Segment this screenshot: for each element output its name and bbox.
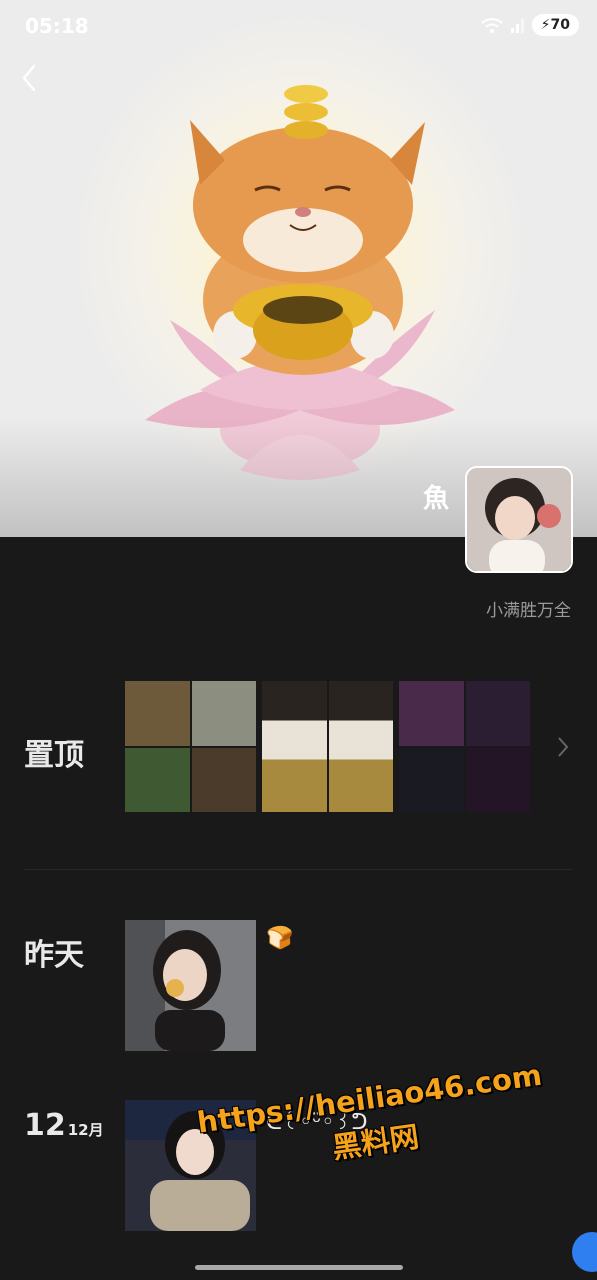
thumb-concert-2 [465,681,530,746]
back-icon[interactable] [18,62,42,94]
signal-icon [510,19,524,33]
pinned-album-3[interactable] [399,681,530,812]
wifi-icon [481,18,503,33]
chevron-right-icon[interactable] [556,736,570,758]
thumb-tea [191,747,256,812]
cat-lotus-illustration [145,85,455,480]
battery-indicator: ⚡70 [531,14,579,36]
section-label-yesterday: 昨天 [24,938,84,973]
thumb-concert-4 [465,747,530,812]
thumb-girl-food-1 [262,681,327,812]
pinned-album-2[interactable] [262,681,393,812]
thumb-concert-3 [399,747,464,812]
floating-action-button[interactable] [572,1232,597,1272]
photo-girl-eating [125,920,256,1051]
avatar[interactable] [465,466,573,573]
battery-level: 70 [550,17,570,33]
pinned-album-1[interactable] [125,681,256,812]
date-day: 12 [24,1108,66,1143]
watermark: https://heiliao46.com 黑料网 [195,1058,550,1186]
pinned-albums [125,681,530,812]
post-text-yesterday: 🍞 [266,926,294,951]
status-time: 05:18 [25,14,89,38]
thumb-temple [125,681,190,746]
section-label-pinned: 置顶 [24,738,84,773]
post-photo-yesterday[interactable] [125,920,256,1051]
profile-nickname: 魚 [422,484,449,514]
thumb-girl-food-2 [328,681,393,812]
profile-signature: 小满胜万全 [486,601,571,621]
divider [24,869,573,870]
thumb-garden [125,747,190,812]
avatar-photo [467,468,571,571]
cover-image[interactable] [0,0,597,537]
thumb-building [191,681,256,746]
section-label-dec12: 12 12月 [24,1108,104,1143]
date-month: 12月 [67,1121,104,1139]
home-indicator [195,1265,403,1270]
status-icons: ⚡70 [480,14,579,36]
thumb-concert-1 [399,681,464,746]
